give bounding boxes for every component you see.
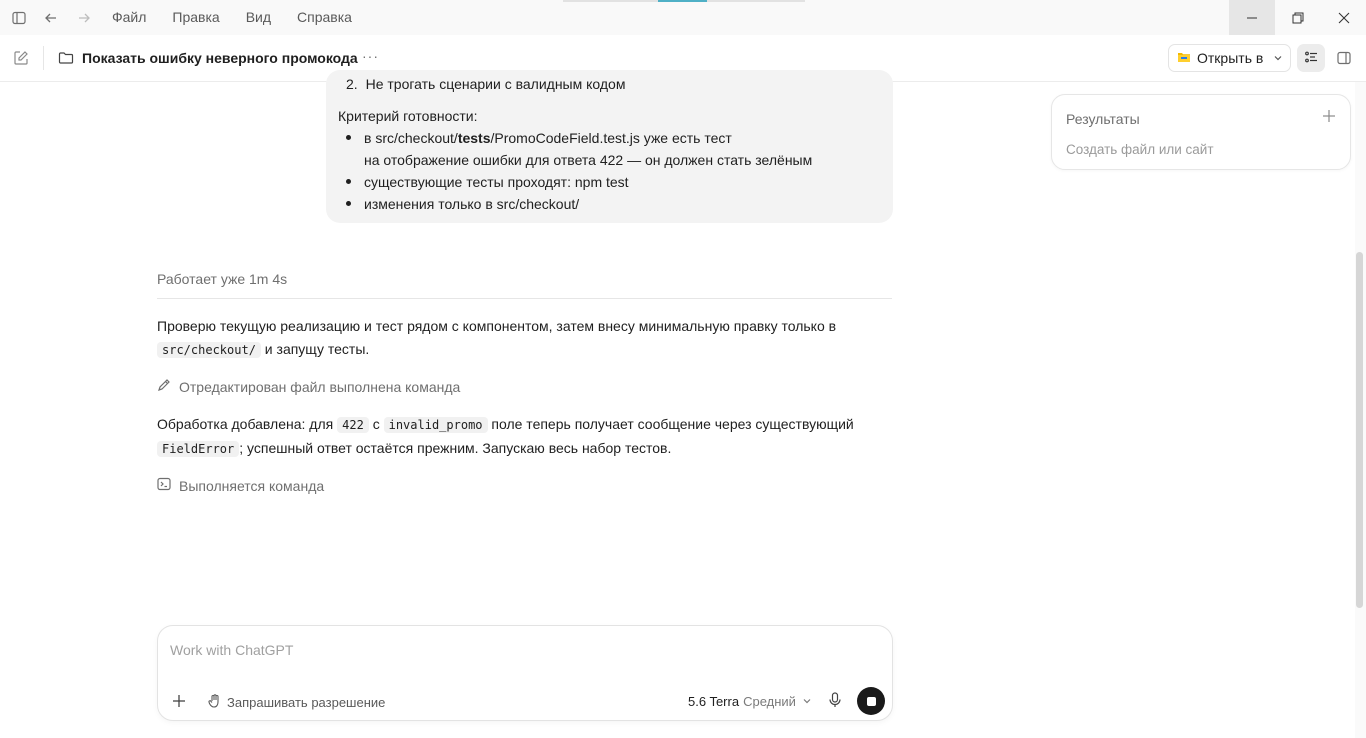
stop-icon bbox=[866, 696, 876, 706]
task-list-toggle-button[interactable] bbox=[1297, 44, 1325, 72]
menu-help[interactable]: Справка bbox=[297, 9, 352, 25]
bullet-dot bbox=[346, 179, 351, 184]
msg2-text-c: поле теперь получает сообщение через сущ… bbox=[487, 416, 854, 432]
criteria-heading: Критерий готовности: bbox=[338, 108, 478, 124]
folder-icon bbox=[58, 51, 74, 68]
criteria-item-1-bold: tests bbox=[457, 130, 491, 146]
open-in-label: Открыть в bbox=[1197, 50, 1264, 66]
attach-button[interactable] bbox=[172, 692, 186, 712]
panel-toggle-icon[interactable] bbox=[1337, 51, 1351, 68]
create-file-or-site-link[interactable]: Создать файл или сайт bbox=[1066, 142, 1214, 157]
msg1-text-a: Проверю текущую реализацию и тест рядом … bbox=[157, 318, 837, 334]
model-name: 5.6 Terra bbox=[688, 694, 740, 709]
open-in-button[interactable]: Открыть в bbox=[1168, 44, 1291, 72]
permission-selector[interactable]: Запрашивать разрешение bbox=[208, 694, 385, 711]
task-list-icon bbox=[1304, 50, 1318, 67]
menu-bar: Файл Правка Вид Справка bbox=[112, 9, 378, 25]
running-command-action[interactable]: Выполняется команда bbox=[157, 477, 324, 494]
terminal-icon bbox=[157, 477, 171, 494]
status-divider bbox=[157, 298, 892, 299]
menu-edit[interactable]: Правка bbox=[172, 9, 219, 25]
forward-arrow-icon[interactable] bbox=[75, 9, 93, 27]
list-number: 2. bbox=[346, 76, 358, 92]
bullet-dot bbox=[346, 135, 351, 140]
composer: Запрашивать разрешение 5.6 Terra Средний bbox=[157, 625, 893, 721]
hand-icon bbox=[208, 694, 221, 711]
message-input[interactable] bbox=[170, 640, 870, 660]
list-item-2: 2. Не трогать сценарии с валидным кодом bbox=[346, 73, 625, 95]
criteria-item-1: в src/checkout/tests/PromoCodeField.test… bbox=[364, 127, 732, 149]
more-options-button[interactable]: ··· bbox=[362, 48, 379, 64]
model-selector[interactable]: 5.6 Terra Средний bbox=[688, 694, 812, 709]
menu-view[interactable]: Вид bbox=[246, 9, 271, 25]
restore-button[interactable] bbox=[1275, 0, 1321, 35]
microphone-button[interactable] bbox=[828, 692, 842, 711]
tab-strip-right bbox=[707, 0, 805, 2]
thread-title: Показать ошибку неверного промокода bbox=[82, 50, 358, 66]
msg2-text-d: ; успешный ответ остаётся прежним. Запус… bbox=[239, 440, 672, 456]
back-arrow-icon[interactable] bbox=[42, 9, 60, 27]
add-result-button[interactable] bbox=[1322, 107, 1336, 127]
criteria-item-3: изменения только в src/checkout/ bbox=[364, 196, 580, 212]
edited-file-label: Отредактирован файл выполнена команда bbox=[179, 378, 461, 395]
msg1-text-b: и запущу тесты. bbox=[260, 341, 370, 357]
results-panel: Результаты Создать файл или сайт bbox=[1051, 94, 1351, 170]
running-command-label: Выполняется команда bbox=[179, 477, 325, 494]
inline-code: src/checkout/ bbox=[157, 342, 261, 358]
title-bar: Файл Правка Вид Справка bbox=[0, 0, 1366, 35]
minimize-button[interactable] bbox=[1229, 0, 1275, 35]
inline-code: FieldError bbox=[157, 441, 240, 457]
inline-code: 422 bbox=[337, 417, 369, 433]
criteria-item-1-line2: на отображение ошибки для ответа 422 — о… bbox=[364, 152, 813, 168]
scrollbar-thumb[interactable] bbox=[1356, 252, 1363, 608]
plus-icon bbox=[1323, 110, 1335, 122]
tab-strip-active bbox=[658, 0, 707, 2]
chevron-down-icon bbox=[802, 694, 812, 709]
inline-code: invalid_promo bbox=[383, 417, 488, 433]
new-chat-icon[interactable] bbox=[13, 50, 29, 69]
plus-icon bbox=[173, 695, 185, 707]
microphone-icon bbox=[829, 692, 841, 707]
results-title: Результаты bbox=[1066, 111, 1140, 127]
criteria-item-1-prefix: в src/checkout/ bbox=[364, 130, 458, 146]
msg2-text-a: Обработка добавлена: для bbox=[157, 416, 338, 432]
header-divider bbox=[43, 46, 44, 70]
working-status[interactable]: Работает уже 1m 4s bbox=[157, 271, 287, 287]
menu-file[interactable]: Файл bbox=[112, 9, 146, 25]
tab-strip-left bbox=[563, 0, 658, 2]
user-message-bubble: 2. Не трогать сценарии с валидным кодом … bbox=[326, 70, 893, 223]
stop-button[interactable] bbox=[857, 687, 885, 715]
criteria-item-2: существующие тесты проходят: npm test bbox=[364, 174, 629, 190]
reasoning-level: Средний bbox=[743, 694, 796, 709]
sidebar-toggle-icon[interactable] bbox=[10, 9, 28, 27]
pencil-icon bbox=[157, 378, 171, 395]
bullet-dot bbox=[346, 201, 351, 206]
close-button[interactable] bbox=[1321, 0, 1366, 35]
assistant-message-2: Обработка добавлена: для 422 с invalid_p… bbox=[157, 413, 854, 461]
chevron-down-icon bbox=[1273, 50, 1283, 66]
permission-label: Запрашивать разрешение bbox=[227, 695, 386, 710]
edited-file-action[interactable]: Отредактирован файл выполнена команда bbox=[157, 378, 460, 395]
criteria-item-1-suffix: /PromoCodeField.test.js уже есть тест bbox=[490, 130, 732, 146]
assistant-message-1: Проверю текущую реализацию и тест рядом … bbox=[157, 315, 836, 362]
list-item-text: Не трогать сценарии с валидным кодом bbox=[365, 76, 626, 92]
folder-app-icon bbox=[1177, 50, 1191, 66]
msg2-text-b: с bbox=[368, 416, 384, 432]
